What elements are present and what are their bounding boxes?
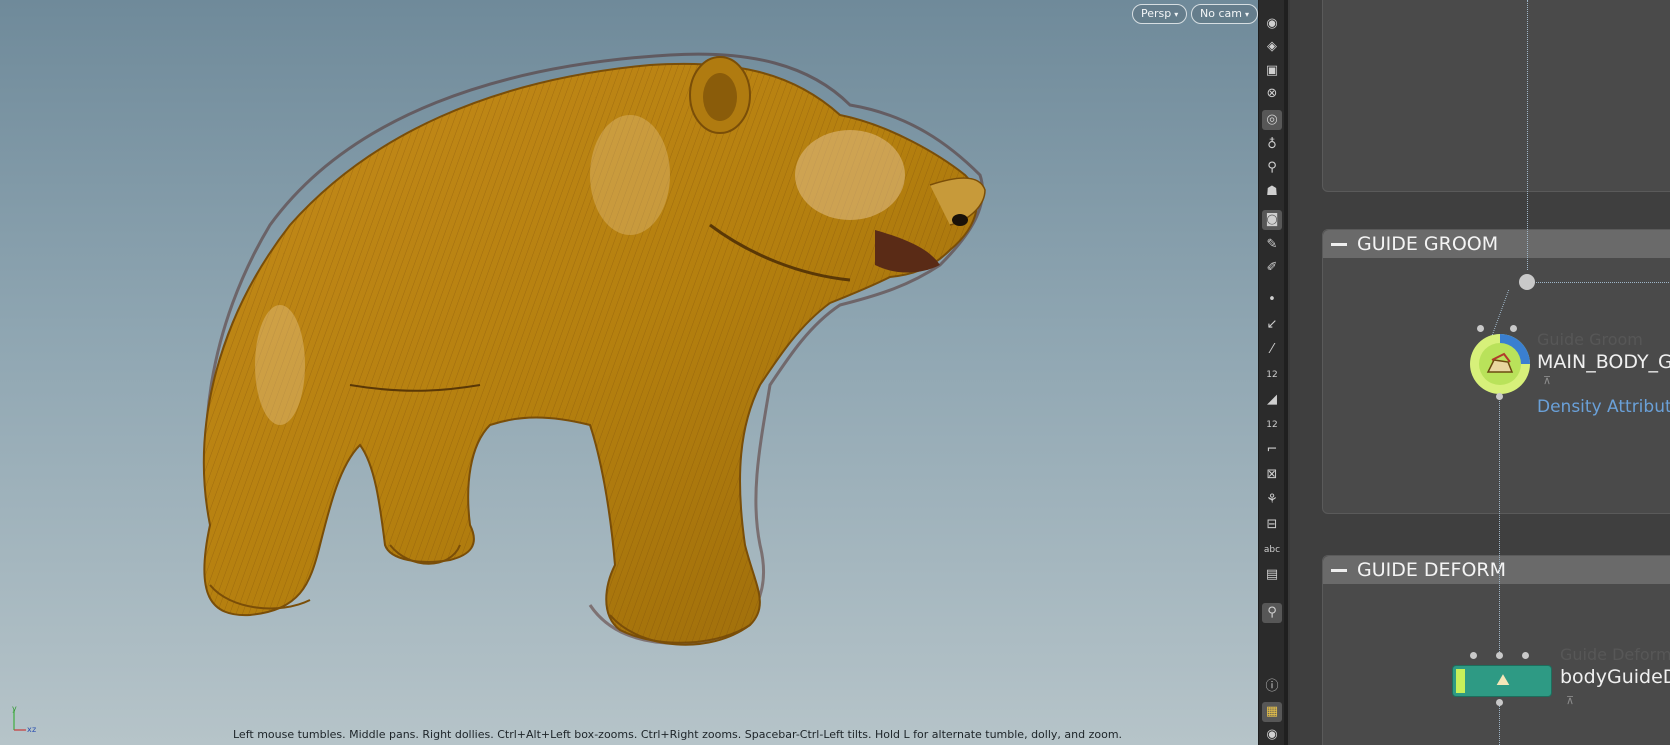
wire (1527, 0, 1528, 270)
wire (1499, 398, 1500, 658)
layout-icon[interactable]: ▦ (1262, 702, 1282, 722)
viewport-status-text: Left mouse tumbles. Middle pans. Right d… (233, 728, 1123, 741)
input-connector[interactable] (1496, 652, 1503, 659)
light-add-icon[interactable]: ⚲ (1262, 158, 1282, 178)
text-icon-label: abc (1263, 545, 1281, 555)
axis-y-label: y (12, 704, 17, 713)
node-comment-label: Density Attribut (1537, 397, 1670, 417)
network-editor[interactable]: GUIDE GROOM GUIDE DEFORM Guide Groom MAI… (1290, 0, 1670, 745)
camera-menu-button[interactable]: No cam ▾ (1191, 4, 1258, 24)
persp-label: Persp (1141, 7, 1172, 20)
node-name-label[interactable]: MAIN_BODY_G (1537, 351, 1670, 373)
grid-icon[interactable]: ⊟ (1262, 515, 1282, 535)
chevron-down-icon: ▾ (1244, 10, 1249, 19)
network-box-header[interactable]: GUIDE DEFORM (1323, 556, 1670, 584)
text-icon[interactable]: abc (1262, 540, 1282, 560)
arrow-icon[interactable]: ↙ (1262, 315, 1282, 335)
close-circle-icon[interactable]: ⊗ (1262, 84, 1282, 104)
number-icon-label: 12 (1266, 370, 1278, 380)
node-type-label: Guide Deform (1560, 645, 1670, 664)
pin-active-icon[interactable]: ⚲ (1262, 603, 1282, 623)
wire-dot[interactable] (1519, 274, 1535, 290)
viewport-toolbar: ◉ ◈ ▣ ⊗ ◎ ♁ ⚲ ☗ ◙ ✎ ✐ • ↙ ⁄ 12 ◢ 12 ⌐ ⊠ … (1258, 0, 1285, 745)
network-box-header[interactable]: GUIDE GROOM (1323, 230, 1670, 258)
visibility-icon[interactable]: ◈ (1262, 37, 1282, 57)
number-icon[interactable]: 12 (1262, 365, 1282, 385)
image-icon[interactable]: ▤ (1262, 565, 1282, 585)
lock-icon[interactable]: ▣ (1262, 61, 1282, 81)
axis-z-label: z (32, 725, 36, 734)
input-connector[interactable] (1477, 325, 1484, 332)
output-connector[interactable] (1496, 699, 1503, 706)
eraser-icon[interactable]: ◢ (1262, 390, 1282, 410)
bear-model (202, 52, 986, 646)
dropper-icon[interactable]: ⁄ (1262, 340, 1282, 360)
wire (1527, 282, 1670, 283)
persp-menu-button[interactable]: Persp ▾ (1132, 4, 1188, 24)
camera-label: No cam (1200, 7, 1242, 20)
camera-icon[interactable]: ◙ (1262, 210, 1282, 230)
light-icon[interactable]: ♁ (1262, 135, 1282, 155)
node-flag-icon: ⊼ (1543, 374, 1552, 387)
guide-deform-node[interactable]: ⛰ (1452, 665, 1552, 697)
select-icon[interactable]: ◎ (1262, 110, 1282, 130)
corner-icon[interactable]: ⌐ (1262, 440, 1282, 460)
number-tool-icon[interactable]: 12 (1262, 415, 1282, 435)
pin-icon[interactable]: ⚘ (1262, 490, 1282, 510)
node-flag-icon: ⊼ (1566, 694, 1575, 707)
collapse-icon[interactable] (1331, 569, 1347, 572)
point-icon[interactable]: • (1262, 290, 1282, 310)
network-box-title: GUIDE GROOM (1357, 233, 1499, 255)
node-name-label[interactable]: bodyGuideD (1560, 666, 1670, 688)
node-display-flag[interactable] (1456, 669, 1465, 693)
eye-icon[interactable]: ◉ (1262, 14, 1282, 34)
guide-groom-node[interactable] (1468, 332, 1532, 396)
axis-gizmo: y x z (12, 704, 36, 734)
input-connector[interactable] (1522, 652, 1529, 659)
eye-bottom-icon[interactable]: ◉ (1262, 725, 1282, 745)
input-connector[interactable] (1510, 325, 1517, 332)
chevron-down-icon: ▾ (1174, 10, 1179, 19)
number-tool-label: 12 (1266, 420, 1278, 430)
snap-icon[interactable]: ⊠ (1262, 465, 1282, 485)
input-connector[interactable] (1470, 652, 1477, 659)
scene-viewport[interactable]: Persp ▾ No cam ▾ y x z Left mouse tumbles.… (0, 0, 1258, 745)
deform-node-icon: ⛰ (1496, 670, 1510, 689)
info-icon[interactable]: ⓘ (1262, 677, 1282, 697)
skull-icon[interactable]: ☗ (1262, 182, 1282, 202)
network-box-top[interactable] (1322, 0, 1670, 192)
collapse-icon[interactable] (1331, 243, 1347, 246)
network-box-title: GUIDE DEFORM (1357, 559, 1507, 581)
node-type-label: Guide Groom (1537, 330, 1643, 349)
wand-icon[interactable]: ✎ (1262, 235, 1282, 255)
brush-icon[interactable]: ✐ (1262, 258, 1282, 278)
output-connector[interactable] (1496, 393, 1503, 400)
wire (1499, 702, 1500, 745)
